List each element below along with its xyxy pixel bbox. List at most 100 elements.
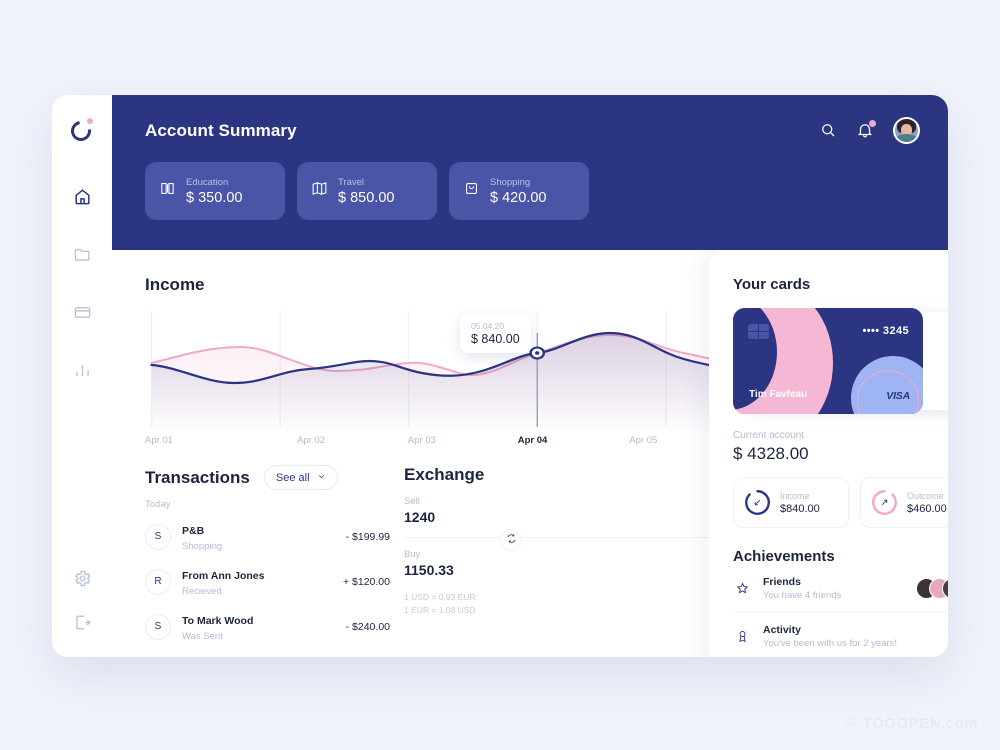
watermark: TOOOPEN.com xyxy=(844,714,978,732)
x-tick: Apr 05 xyxy=(629,435,658,446)
summary-chip-education[interactable]: Education $ 350.00 xyxy=(145,162,285,220)
search-icon[interactable] xyxy=(819,121,839,141)
arrow-up-right-icon xyxy=(871,489,898,516)
sidebar-item-stats[interactable] xyxy=(62,353,102,393)
rate-line-1: 1 USD = 0.93 EUR xyxy=(404,592,476,603)
summary-chip-travel[interactable]: Travel $ 850.00 xyxy=(297,162,437,220)
logout-icon[interactable] xyxy=(73,613,92,637)
transaction-name: P&B xyxy=(182,525,205,537)
achievement-name: Friends xyxy=(763,576,801,588)
bar-chart-icon xyxy=(73,361,92,385)
transaction-amount: - $240.00 xyxy=(345,620,390,633)
income-ring xyxy=(744,489,771,516)
credit-card[interactable]: •••• 3245 Tim Favfeau VISA xyxy=(733,308,923,414)
header-top: Account Summary xyxy=(112,95,948,144)
income-outcome-stats: Income $840.00 Outcome $460.00 xyxy=(733,477,948,528)
chip-value: $ 850.00 xyxy=(338,189,395,206)
outcome-value: $460.00 xyxy=(907,502,947,515)
visa-logo: VISA xyxy=(886,390,910,402)
folder-icon xyxy=(73,245,92,269)
map-icon xyxy=(311,180,328,202)
transaction-category: Shopping xyxy=(182,541,223,552)
sidebar xyxy=(52,95,112,657)
swap-icon xyxy=(506,531,517,549)
tooltip-date: 05.04.20 xyxy=(471,321,505,331)
chevron-down-icon xyxy=(317,472,326,484)
outcome-label: Outcome xyxy=(907,490,944,501)
summary-chip-shopping[interactable]: Shopping $ 420.00 xyxy=(449,162,589,220)
sidebar-item-home[interactable] xyxy=(62,179,102,219)
x-tick: Apr 01 xyxy=(145,435,173,446)
header-actions xyxy=(819,117,920,144)
buy-label: Buy xyxy=(404,549,421,560)
table-row[interactable]: S P&B Shopping - $199.99 xyxy=(145,514,390,559)
book-icon xyxy=(159,180,176,202)
income-stat-card[interactable]: Income $840.00 xyxy=(733,477,849,528)
card-holder: Tim Favfeau xyxy=(749,389,808,400)
cloud-icon xyxy=(844,714,858,732)
avatar: S xyxy=(145,613,171,640)
chart-tooltip: 05.04.20 $ 840.00 xyxy=(460,315,531,353)
avatar: R xyxy=(145,568,171,595)
chip-label: Shopping xyxy=(490,176,531,188)
dashboard-window: Account Summary Education $ 350.00 Trave… xyxy=(52,95,948,657)
transaction-category: Recieved xyxy=(182,586,222,597)
card-icon xyxy=(73,303,92,327)
sidebar-item-folder[interactable] xyxy=(62,237,102,277)
chip-label: Travel xyxy=(338,176,365,188)
transaction-name: From Ann Jones xyxy=(182,570,265,582)
transactions-panel: Transactions See all Today S P&B Shoppin… xyxy=(145,465,390,649)
achievement-friends[interactable]: Friends You have 4 friends +2 xyxy=(733,565,948,613)
gear-icon[interactable] xyxy=(73,569,92,593)
table-row[interactable]: S To Mark Wood Was Sent - $240.00 xyxy=(145,604,390,649)
income-label: Income xyxy=(780,490,810,501)
income-title: Income xyxy=(145,274,205,294)
sidebar-nav xyxy=(62,179,102,393)
transactions-title: Transactions xyxy=(145,467,250,487)
avatar: S xyxy=(145,523,171,550)
cards-panel: Your cards •••• 3245 Tim Favfeau VISA Cu… xyxy=(709,250,948,657)
sidebar-bottom xyxy=(73,569,92,637)
summary-chips: Education $ 350.00 Travel $ 850.00 Shopp… xyxy=(112,144,948,220)
table-row[interactable]: R From Ann Jones Recieved + $120.00 xyxy=(145,559,390,604)
star-icon xyxy=(733,581,751,596)
see-all-dropdown[interactable]: See all xyxy=(263,465,338,490)
transaction-amount: + $120.00 xyxy=(342,575,390,588)
swap-currencies-button[interactable] xyxy=(500,529,522,551)
account-balance: $ 4328.00 xyxy=(733,444,809,463)
see-all-label: See all xyxy=(275,471,310,484)
card-number: •••• 3245 xyxy=(862,325,909,337)
sidebar-item-cards[interactable] xyxy=(62,295,102,335)
buy-value[interactable]: 1150.33 xyxy=(404,562,454,578)
transactions-header: Transactions See all xyxy=(145,465,390,490)
cards-panel-title: Your cards xyxy=(733,276,811,293)
x-tick: Apr 02 xyxy=(297,435,326,446)
transaction-amount: - $199.99 xyxy=(345,530,390,543)
bell-icon[interactable] xyxy=(856,119,876,141)
tooltip-value: $ 840.00 xyxy=(471,332,520,346)
medal-icon xyxy=(733,629,751,644)
transaction-category: Was Sent xyxy=(182,631,223,642)
user-avatar[interactable] xyxy=(893,117,920,144)
transaction-name: To Mark Wood xyxy=(182,615,254,627)
chip-value: $ 350.00 xyxy=(186,189,243,206)
chip-value: $ 420.00 xyxy=(490,189,547,206)
home-icon xyxy=(73,187,92,211)
achievements-title: Achievements xyxy=(733,548,835,565)
x-tick: Apr 03 xyxy=(407,435,436,446)
outcome-stat-card[interactable]: Outcome $460.00 xyxy=(860,477,948,528)
sell-label: Sell xyxy=(404,496,420,507)
achievement-name: Activity xyxy=(763,624,801,636)
x-tick-active: Apr 04 xyxy=(517,435,548,446)
notification-dot xyxy=(869,119,876,127)
friends-avatars: +2 xyxy=(916,578,948,599)
card-stack: •••• 3245 Tim Favfeau VISA xyxy=(733,308,948,414)
transactions-group-label: Today xyxy=(145,499,171,510)
header-band: Account Summary Education $ 350.00 Trave… xyxy=(112,95,948,250)
achievement-activity[interactable]: Activity You've been with us for 2 years… xyxy=(733,613,948,657)
arrow-down-left-icon xyxy=(744,489,771,516)
bag-icon xyxy=(463,180,480,202)
chip-label: Education xyxy=(186,176,229,188)
sell-value[interactable]: 1240 xyxy=(404,509,435,525)
outcome-ring xyxy=(871,489,898,516)
